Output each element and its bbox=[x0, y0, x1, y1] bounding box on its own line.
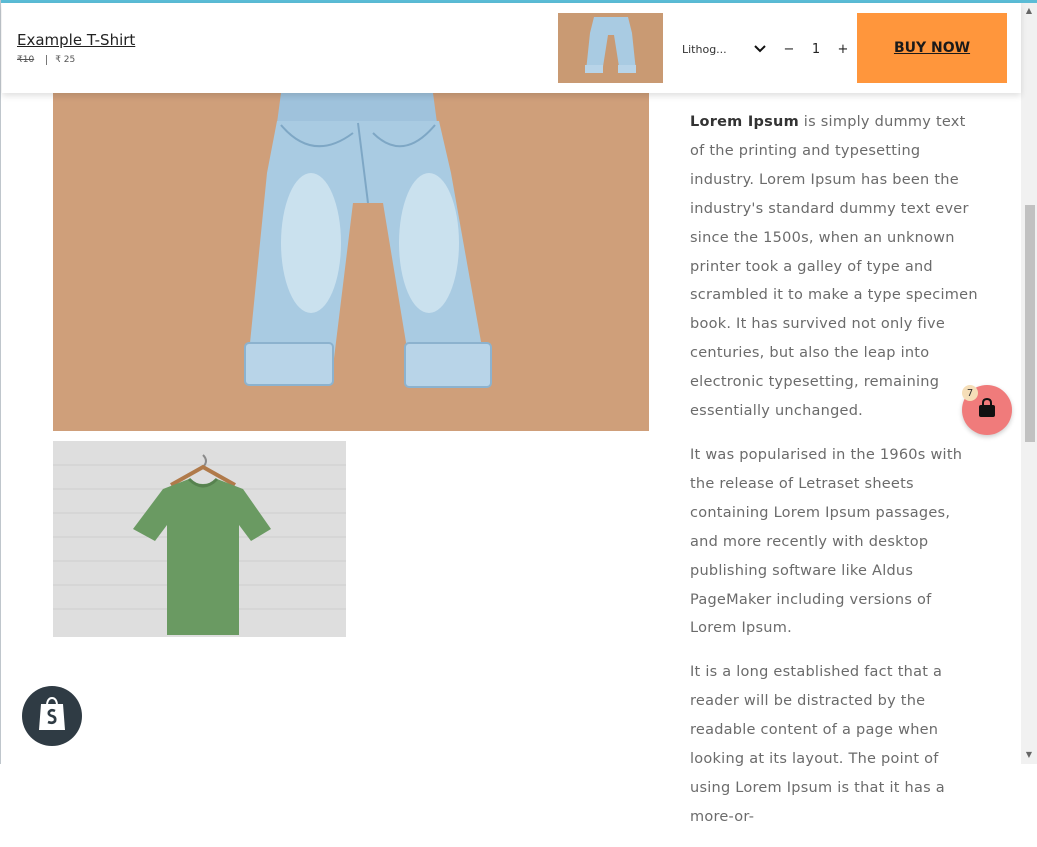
quantity-value[interactable]: 1 bbox=[807, 42, 825, 57]
description-paragraph-2: It was popularised in the 1960s with the… bbox=[690, 446, 963, 637]
description-paragraph-3: It is a long established fact that a rea… bbox=[690, 664, 945, 825]
price-row: ₹10 ₹ 25 bbox=[17, 55, 75, 65]
product-title[interactable]: Example T-Shirt bbox=[17, 31, 135, 49]
price-divider bbox=[46, 55, 48, 65]
product-image-jeans[interactable] bbox=[53, 93, 649, 431]
description-bold-lead: Lorem Ipsum bbox=[690, 114, 799, 130]
cart-count-badge: 7 bbox=[962, 385, 978, 401]
current-price: ₹ 25 bbox=[55, 55, 76, 65]
quantity-increase-button[interactable]: + bbox=[834, 42, 852, 57]
scrollbar-thumb[interactable] bbox=[1025, 205, 1035, 442]
quantity-decrease-button[interactable]: − bbox=[780, 42, 798, 57]
product-description: Lorem Ipsum is simply dummy text of the … bbox=[690, 108, 980, 847]
chevron-down-icon bbox=[754, 43, 766, 56]
variant-select[interactable]: Lithog... bbox=[682, 39, 766, 59]
sticky-purchase-bar: Example T-Shirt ₹10 ₹ 25 Lithog... − 1 +… bbox=[2, 3, 1021, 93]
compare-at-price: ₹10 bbox=[17, 55, 35, 65]
variant-value: Lithog... bbox=[682, 42, 727, 56]
shopify-bag-icon bbox=[36, 696, 68, 736]
sticky-product-thumbnail bbox=[558, 13, 663, 83]
product-image-green-tshirt[interactable] bbox=[53, 441, 346, 637]
scroll-down-arrow-icon[interactable]: ▼ bbox=[1023, 750, 1035, 762]
window-left-border bbox=[0, 0, 1, 764]
scroll-up-arrow-icon[interactable]: ▲ bbox=[1023, 6, 1035, 18]
description-paragraph-1-text: is simply dummy text of the printing and… bbox=[690, 114, 978, 420]
description-paragraph-1: Lorem Ipsum is simply dummy text of the … bbox=[690, 108, 980, 426]
buy-now-button[interactable]: BUY NOW bbox=[857, 13, 1007, 83]
shopify-badge[interactable] bbox=[22, 686, 82, 746]
quantity-stepper: − 1 + bbox=[780, 39, 852, 59]
shopping-bag-icon bbox=[977, 397, 997, 422]
